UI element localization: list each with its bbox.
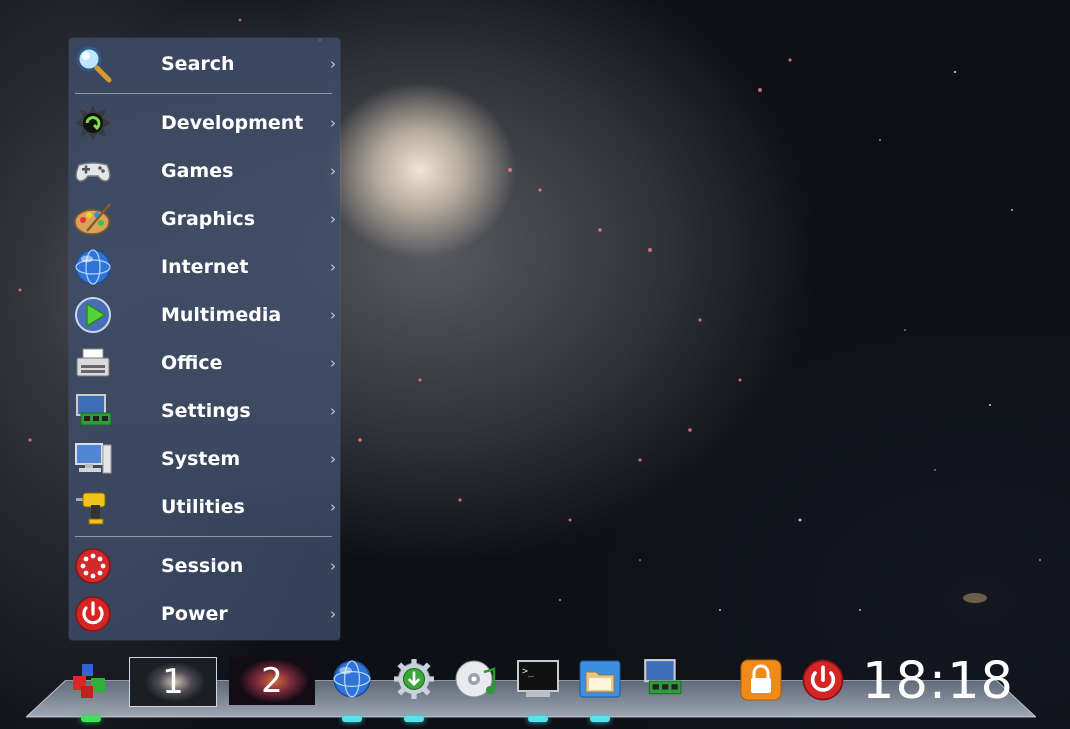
menu-item-power[interactable]: Power › — [69, 594, 340, 634]
menu-item-label: Development — [161, 112, 304, 134]
menu-item-settings[interactable]: Settings › — [69, 391, 340, 431]
start-menu-button[interactable] — [68, 661, 114, 705]
chevron-right-icon: › — [330, 258, 336, 276]
desktop-number: 1 — [162, 662, 184, 702]
shutdown-button[interactable] — [799, 657, 847, 703]
chevron-right-icon: › — [330, 498, 336, 516]
menu-item-label: System — [161, 448, 241, 470]
chevron-right-icon: › — [330, 354, 336, 372]
desktop-pager-2[interactable]: 2 — [229, 657, 315, 705]
menu-item-search[interactable]: Search › — [69, 44, 340, 84]
menu-item-label: Internet — [161, 256, 249, 278]
lock-icon — [740, 659, 782, 701]
chevron-right-icon: › — [330, 306, 336, 324]
chevron-right-icon: › — [330, 450, 336, 468]
chevron-right-icon: › — [330, 557, 336, 575]
chevron-right-icon: › — [330, 55, 336, 73]
terminal-icon: >_ — [517, 660, 559, 697]
settings-board-icon — [73, 391, 113, 431]
desktop-number: 2 — [261, 661, 283, 701]
browser-launcher[interactable] — [330, 657, 374, 701]
session-icon — [73, 546, 113, 586]
menu-item-label: Utilities — [161, 496, 245, 518]
menu-item-label: Session — [161, 555, 244, 577]
menu-item-games[interactable]: Games › — [69, 151, 340, 191]
palette-icon — [73, 199, 113, 239]
power-icon — [802, 659, 844, 701]
computer-icon — [73, 439, 113, 479]
chevron-right-icon: › — [330, 162, 336, 180]
play-icon — [73, 295, 113, 335]
cubes-icon — [73, 664, 105, 698]
menu-item-label: Search — [161, 53, 235, 75]
power-icon — [73, 594, 113, 634]
running-indicator — [404, 716, 424, 722]
development-icon — [73, 103, 113, 143]
desktop-pager-1[interactable]: 1 — [129, 657, 217, 707]
file-manager-launcher[interactable] — [578, 657, 622, 701]
menu-item-utilities[interactable]: Utilities › — [69, 487, 340, 527]
menu-item-label: Office — [161, 352, 223, 374]
running-indicator — [590, 716, 610, 722]
menu-item-label: Power — [161, 603, 228, 625]
menu-separator — [75, 536, 332, 537]
search-icon — [73, 44, 113, 84]
menu-item-label: Multimedia — [161, 304, 282, 326]
chevron-right-icon: › — [330, 402, 336, 420]
running-indicator — [528, 716, 548, 722]
system-settings-launcher[interactable] — [639, 657, 685, 701]
folder-icon — [579, 660, 621, 698]
terminal-launcher[interactable]: >_ — [516, 657, 560, 701]
menu-item-internet[interactable]: Internet › — [69, 247, 340, 287]
menu-item-label: Games — [161, 160, 234, 182]
active-indicator — [81, 716, 101, 722]
chevron-right-icon: › — [330, 605, 336, 623]
svg-text:>_: >_ — [522, 666, 535, 677]
application-menu: Search › Development › Games › Graphics … — [69, 38, 340, 640]
settings-board-icon — [644, 659, 682, 695]
menu-item-system[interactable]: System › — [69, 439, 340, 479]
menu-separator — [75, 93, 332, 94]
menu-item-label: Graphics — [161, 208, 255, 230]
typewriter-icon — [73, 343, 113, 383]
menu-item-multimedia[interactable]: Multimedia › — [69, 295, 340, 335]
gamepad-icon — [73, 151, 113, 191]
chevron-right-icon: › — [330, 114, 336, 132]
clock[interactable]: 18:18 — [862, 652, 1014, 711]
lock-screen-button[interactable] — [738, 657, 784, 703]
running-indicator — [342, 716, 362, 722]
menu-item-session[interactable]: Session › — [69, 546, 340, 586]
chevron-right-icon: › — [330, 210, 336, 228]
cd-music-icon — [455, 660, 496, 698]
drill-icon — [73, 487, 113, 527]
menu-item-development[interactable]: Development › — [69, 103, 340, 143]
globe-icon — [333, 660, 371, 698]
globe-icon — [73, 247, 113, 287]
menu-item-label: Settings — [161, 400, 251, 422]
download-manager-launcher[interactable] — [392, 657, 436, 701]
music-player-launcher[interactable] — [453, 657, 499, 701]
gear-download-icon — [394, 659, 434, 699]
menu-item-graphics[interactable]: Graphics › — [69, 199, 340, 239]
menu-item-office[interactable]: Office › — [69, 343, 340, 383]
